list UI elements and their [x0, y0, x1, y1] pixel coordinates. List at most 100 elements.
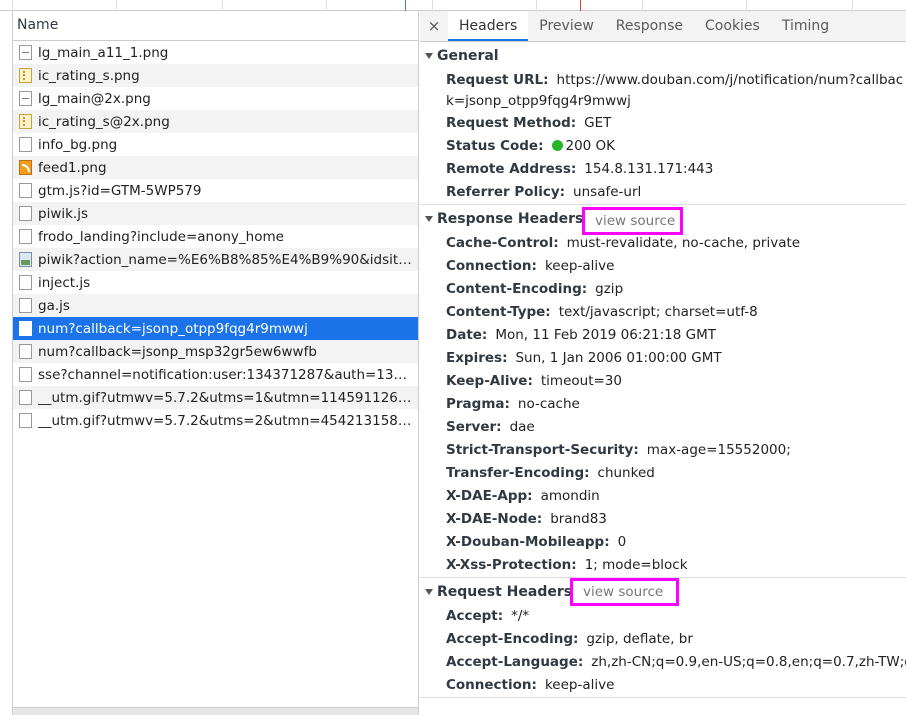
header-value: must-revalidate, no-cache, private — [566, 235, 801, 251]
request-name: lg_main@2x.png — [38, 90, 151, 107]
header-value: 0 — [617, 534, 627, 550]
header-key: Remote Address: — [446, 161, 577, 177]
header-row: Status Code: 200 OK — [420, 135, 906, 158]
general-section: General Request URL: https://www.douban.c… — [420, 42, 906, 205]
request-name: frodo_landing?include=anony_home — [38, 228, 284, 245]
close-icon[interactable]: × — [420, 11, 448, 41]
request-headers-section: Request Headers view source Accept: */* Ac… — [420, 578, 906, 698]
request-row[interactable]: gtm.js?id=GTM-5WP579 — [13, 179, 418, 202]
header-value: timeout=30 — [540, 373, 622, 389]
header-value: dae — [509, 419, 535, 435]
general-section-header[interactable]: General — [420, 42, 906, 69]
header-value: max-age=15552000; — [646, 442, 791, 458]
header-row: Accept-Language: zh,zh-CN;q=0.9,en-US;q=0… — [420, 651, 906, 674]
request-row[interactable]: lg_main@2x.png — [13, 87, 418, 110]
header-value: amondin — [540, 488, 600, 504]
header-key: X-Douban-Mobileapp: — [446, 534, 610, 550]
header-row: X-Douban-Mobileapp: 0 — [420, 531, 906, 554]
request-name: num?callback=jsonp_otpp9fqg4r9mwwj — [38, 320, 308, 337]
request-name: feed1.png — [38, 159, 107, 176]
header-key: Transfer-Encoding: — [446, 465, 590, 481]
header-value: keep-alive — [544, 258, 615, 274]
triangle-down-icon — [425, 215, 433, 222]
blank-file-icon — [19, 344, 32, 359]
blank-file-icon — [19, 390, 32, 405]
rss-file-icon — [19, 160, 32, 175]
header-row: Expires: Sun, 1 Jan 2006 01:00:00 GMT — [420, 347, 906, 370]
request-row[interactable]: ga.js — [13, 294, 418, 317]
header-row: Strict-Transport-Security: max-age=155520… — [420, 439, 906, 462]
header-key: Referrer Policy: — [446, 184, 566, 200]
response-headers-header[interactable]: Response Headers view source — [420, 205, 906, 235]
triangle-down-icon — [425, 588, 433, 595]
request-row[interactable]: piwik.js — [13, 202, 418, 225]
orange-image-file-icon — [19, 68, 32, 83]
request-name: ic_rating_s@2x.png — [38, 113, 170, 130]
header-row: Date: Mon, 11 Feb 2019 06:21:18 GMT — [420, 324, 906, 347]
response-view-source-link[interactable]: view source — [582, 207, 683, 235]
header-key: Accept-Language: — [446, 654, 584, 670]
request-name: lg_main_a11_1.png — [38, 44, 169, 61]
request-name: ic_rating_s.png — [38, 67, 140, 84]
image-file-icon — [19, 91, 32, 106]
header-value: no-cache — [517, 396, 580, 412]
general-section-title: General — [437, 47, 499, 64]
tab-cookies[interactable]: Cookies — [694, 11, 771, 41]
request-headers-rows: Accept: */* Accept-Encoding: gzip, deflate,… — [420, 605, 906, 697]
horizontal-scrollbar[interactable] — [13, 707, 418, 715]
request-row[interactable]: ic_rating_s@2x.png — [13, 110, 418, 133]
request-row[interactable]: num?callback=jsonp_otpp9fqg4r9mwwj — [13, 317, 418, 340]
tab-response[interactable]: Response — [605, 11, 694, 41]
header-row: Connection: keep-alive — [420, 674, 906, 697]
request-row[interactable]: sse?channel=notification:user:134371287&… — [13, 363, 418, 386]
image-file-icon — [19, 45, 32, 60]
request-headers-title: Request Headers — [437, 583, 573, 600]
request-headers-header[interactable]: Request Headers view source — [420, 578, 906, 606]
tab-preview[interactable]: Preview — [528, 11, 605, 41]
header-key: Request Method: — [446, 115, 577, 131]
header-value: 200 OK — [565, 138, 616, 154]
blank-file-icon — [19, 321, 32, 336]
request-name: piwik.js — [38, 205, 89, 222]
header-key: Pragma: — [446, 396, 510, 412]
request-row[interactable]: lg_main_a11_1.png — [13, 41, 418, 64]
request-row[interactable]: feed1.png — [13, 156, 418, 179]
header-value: GET — [584, 115, 612, 131]
request-row[interactable]: __utm.gif?utmwv=5.7.2&utms=2&utmn=454213… — [13, 409, 418, 432]
header-value: keep-alive — [544, 677, 615, 693]
name-column-header[interactable]: Name — [13, 11, 418, 41]
timeline-overview[interactable] — [0, 0, 906, 11]
header-key: Keep-Alive: — [446, 373, 533, 389]
blank-file-icon — [19, 275, 32, 290]
header-value: */* — [511, 608, 530, 624]
header-value: zh,zh-CN;q=0.9,en-US;q=0.8,en;q=0.7,zh-T… — [591, 654, 906, 670]
header-row: Server: dae — [420, 416, 906, 439]
request-row[interactable]: piwik?action_name=%E6%B8%85%E4%B9%90&ids… — [13, 248, 418, 271]
request-row[interactable]: __utm.gif?utmwv=5.7.2&utms=1&utmn=114591… — [13, 386, 418, 409]
request-name: __utm.gif?utmwv=5.7.2&utms=1&utmn=114591… — [38, 389, 413, 406]
blank-file-icon — [19, 413, 32, 428]
status-ok-icon — [551, 140, 563, 151]
tab-headers[interactable]: Headers — [448, 11, 529, 41]
header-key: X-DAE-Node: — [446, 511, 543, 527]
request-row[interactable]: inject.js — [13, 271, 418, 294]
header-row: X-DAE-App: amondin — [420, 485, 906, 508]
header-key: Strict-Transport-Security: — [446, 442, 639, 458]
header-key: X-DAE-App: — [446, 488, 533, 504]
header-value: chunked — [597, 465, 655, 481]
request-row[interactable]: num?callback=jsonp_msp32gr5ew6wwfb — [13, 340, 418, 363]
request-name: piwik?action_name=%E6%B8%85%E4%B9%90&ids… — [38, 251, 413, 268]
request-row[interactable]: frodo_landing?include=anony_home — [13, 225, 418, 248]
triangle-down-icon — [425, 52, 433, 59]
header-row: Content-Type: text/javascript; charset=ut… — [420, 301, 906, 324]
request-name: info_bg.png — [38, 136, 118, 153]
tab-timing[interactable]: Timing — [771, 11, 840, 41]
header-row: Request URL: https://www.douban.com/j/not… — [420, 69, 906, 112]
blank-file-icon — [19, 183, 32, 198]
blank-file-icon — [19, 367, 32, 382]
header-value: 154.8.131.171:443 — [584, 161, 714, 177]
request-row[interactable]: info_bg.png — [13, 133, 418, 156]
header-key: Status Code: — [446, 138, 544, 154]
request-row[interactable]: ic_rating_s.png — [13, 64, 418, 87]
request-view-source-link[interactable]: view source — [570, 578, 679, 606]
